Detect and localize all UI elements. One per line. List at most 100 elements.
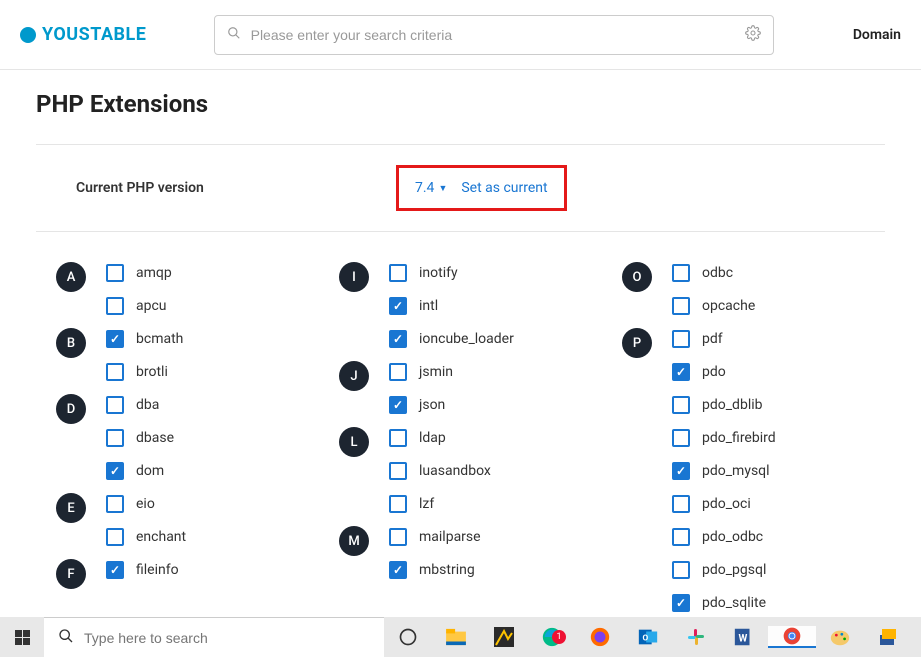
letter-group-d: Ddbadbasedom xyxy=(56,394,299,481)
extension-checkbox-inotify[interactable] xyxy=(389,264,407,282)
letter-group-m: Mmailparsembstring xyxy=(339,526,582,580)
extension-checkbox-dba[interactable] xyxy=(106,396,124,414)
extension-item: ldap xyxy=(389,427,582,448)
extension-label: amqp xyxy=(136,265,172,281)
logo[interactable]: YOUSTABLE xyxy=(20,24,146,45)
app-icon[interactable] xyxy=(480,627,528,647)
notification-badge: 1 xyxy=(552,630,566,644)
extension-item: brotli xyxy=(106,361,299,382)
letter-badge: J xyxy=(339,361,369,391)
extension-item: enchant xyxy=(106,526,299,547)
search-box[interactable] xyxy=(214,15,774,55)
extension-checkbox-lzf[interactable] xyxy=(389,495,407,513)
nav-domain[interactable]: Domain xyxy=(853,27,901,43)
windows-logo-icon xyxy=(15,630,30,645)
outlook-icon[interactable]: O xyxy=(624,626,672,648)
extension-checkbox-dom[interactable] xyxy=(106,462,124,480)
extension-item: pdf xyxy=(672,328,865,349)
extension-checkbox-pdf[interactable] xyxy=(672,330,690,348)
extension-label: mailparse xyxy=(419,529,481,545)
extension-checkbox-pdo_dblib[interactable] xyxy=(672,396,690,414)
set-as-current-button[interactable]: Set as current xyxy=(461,180,547,196)
search-input[interactable] xyxy=(251,27,745,43)
extension-checkbox-brotli[interactable] xyxy=(106,363,124,381)
extension-column: OodbcopcachePpdfpdopdo_dblibpdo_firebird… xyxy=(622,262,865,625)
edge-icon[interactable]: 1 xyxy=(528,626,576,648)
logo-circle-icon xyxy=(20,27,36,43)
extension-checkbox-pdo_odbc[interactable] xyxy=(672,528,690,546)
extension-item: pdo_odbc xyxy=(672,526,865,547)
letter-group-p: Ppdfpdopdo_dblibpdo_firebirdpdo_mysqlpdo… xyxy=(622,328,865,613)
extension-label: ioncube_loader xyxy=(419,331,514,347)
word-icon[interactable]: W xyxy=(720,626,768,648)
gear-icon[interactable] xyxy=(745,25,761,45)
extension-label: enchant xyxy=(136,529,186,545)
extension-checkbox-opcache[interactable] xyxy=(672,297,690,315)
extension-checkbox-luasandbox[interactable] xyxy=(389,462,407,480)
extension-label: json xyxy=(419,397,445,413)
extension-label: pdo_firebird xyxy=(702,430,776,446)
extension-checkbox-ioncube_loader[interactable] xyxy=(389,330,407,348)
extension-checkbox-eio[interactable] xyxy=(106,495,124,513)
extension-checkbox-pdo_pgsql[interactable] xyxy=(672,561,690,579)
extension-checkbox-enchant[interactable] xyxy=(106,528,124,546)
extension-checkbox-pdo_firebird[interactable] xyxy=(672,429,690,447)
taskbar-search[interactable] xyxy=(44,617,384,657)
extension-checkbox-apcu[interactable] xyxy=(106,297,124,315)
extension-item: opcache xyxy=(672,295,865,316)
extension-label: pdo_pgsql xyxy=(702,562,766,578)
letter-group-a: Aamqp apcu xyxy=(56,262,299,316)
extension-checkbox-odbc[interactable] xyxy=(672,264,690,282)
app2-icon[interactable] xyxy=(864,627,912,647)
php-version-dropdown[interactable]: 7.4 ▼ xyxy=(415,180,447,196)
letter-group-i: Iinotifyintlioncube_loader xyxy=(339,262,582,349)
letter-group-l: Lldap luasandbox lzf xyxy=(339,427,582,514)
file-explorer-icon[interactable] xyxy=(432,628,480,646)
extension-checkbox-amqp[interactable] xyxy=(106,264,124,282)
php-version-value: 7.4 xyxy=(415,180,434,196)
extension-item: luasandbox xyxy=(389,460,582,481)
extension-checkbox-pdo[interactable] xyxy=(672,363,690,381)
version-label: Current PHP version xyxy=(76,180,396,196)
slack-icon[interactable] xyxy=(672,627,720,647)
extension-item: mbstring xyxy=(389,559,582,580)
extension-item: pdo_mysql xyxy=(672,460,865,481)
letter-badge: O xyxy=(622,262,652,292)
letter-group-o: Oodbcopcache xyxy=(622,262,865,316)
extension-checkbox-mbstring[interactable] xyxy=(389,561,407,579)
extension-checkbox-fileinfo[interactable] xyxy=(106,561,124,579)
extension-checkbox-jsmin[interactable] xyxy=(389,363,407,381)
extension-checkbox-dbase[interactable] xyxy=(106,429,124,447)
logo-text: YOUSTABLE xyxy=(42,24,146,45)
extension-checkbox-mailparse[interactable] xyxy=(389,528,407,546)
extension-label: ldap xyxy=(419,430,446,446)
firefox-icon[interactable] xyxy=(576,626,624,648)
letter-group-f: Ffileinfo xyxy=(56,559,299,580)
letter-group-e: Eeioenchant xyxy=(56,493,299,547)
search-icon xyxy=(227,26,241,44)
extension-label: pdo_oci xyxy=(702,496,751,512)
extension-item: apcu xyxy=(106,295,299,316)
extension-checkbox-json[interactable] xyxy=(389,396,407,414)
chrome-icon[interactable] xyxy=(768,626,816,648)
letter-badge: A xyxy=(56,262,86,292)
extension-item: eio xyxy=(106,493,299,514)
extension-checkbox-bcmath[interactable] xyxy=(106,330,124,348)
extension-checkbox-intl[interactable] xyxy=(389,297,407,315)
paint-icon[interactable] xyxy=(816,627,864,647)
extension-label: brotli xyxy=(136,364,168,380)
extension-checkbox-ldap[interactable] xyxy=(389,429,407,447)
cortana-icon[interactable] xyxy=(384,627,432,647)
extension-item: ioncube_loader xyxy=(389,328,582,349)
taskbar-search-input[interactable] xyxy=(84,630,370,646)
extension-item: dba xyxy=(106,394,299,415)
extension-checkbox-pdo_sqlite[interactable] xyxy=(672,594,690,612)
extension-label: dom xyxy=(136,463,164,479)
letter-badge: L xyxy=(339,427,369,457)
extension-item: json xyxy=(389,394,582,415)
extension-label: lzf xyxy=(419,496,434,512)
extension-checkbox-pdo_oci[interactable] xyxy=(672,495,690,513)
extension-label: apcu xyxy=(136,298,167,314)
extension-checkbox-pdo_mysql[interactable] xyxy=(672,462,690,480)
start-button[interactable] xyxy=(0,617,44,657)
